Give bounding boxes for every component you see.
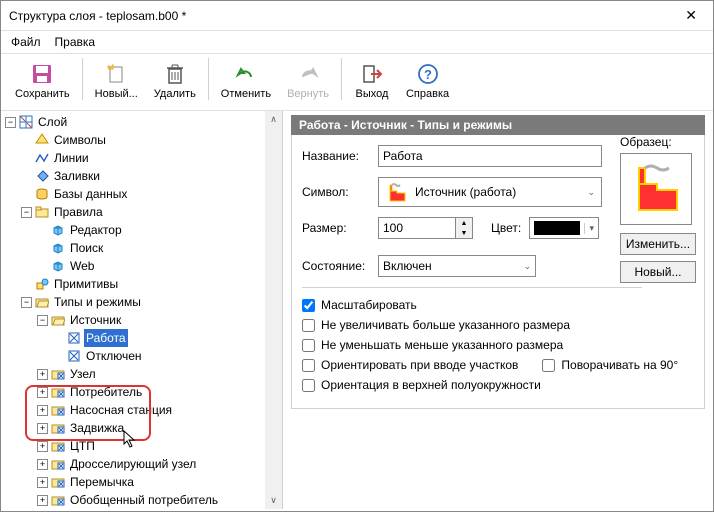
tree-item-rabota[interactable]: Работа [84,329,128,347]
tree-pane: −Слой Символы Линии Заливки Базы данных … [1,111,283,509]
sample-preview [620,153,692,225]
cube-icon [50,240,66,256]
save-icon [30,62,54,86]
panel-title: Работа - Источник - Типы и режимы [291,115,705,135]
chk-no-enlarge[interactable] [302,319,315,332]
chk-no-reduce[interactable] [302,339,315,352]
tree[interactable]: −Слой Символы Линии Заливки Базы данных … [1,111,282,509]
help-button[interactable]: ? Справка [398,58,457,104]
chevron-down-icon: ⌄ [523,261,531,272]
size-spinner[interactable]: ▲▼ [456,217,473,239]
undo-button[interactable]: Отменить [213,58,279,104]
layer-icon [18,114,34,130]
svg-text:?: ? [424,67,432,82]
exit-icon [360,62,384,86]
size-label: Размер: [302,221,378,235]
folder-mode-icon [50,492,66,508]
database-icon [34,186,50,202]
redo-icon [296,62,320,86]
save-button[interactable]: Сохранить [7,58,78,104]
undo-icon [234,62,258,86]
mode-icon [66,348,82,364]
chk-scale[interactable] [302,299,315,312]
folder-mode-icon [50,384,66,400]
chk-upper[interactable] [302,379,315,392]
exit-button[interactable]: Выход [346,58,398,104]
size-input[interactable] [378,217,456,239]
chevron-down-icon: ⌄ [587,187,595,198]
folder-icon [34,204,50,220]
color-label: Цвет: [491,221,521,235]
folder-mode-icon [50,366,66,382]
folder-mode-icon [50,456,66,472]
symbol-combo[interactable]: Источник (работа) ⌄ [378,177,602,207]
help-icon: ? [416,62,440,86]
folder-mode-icon [50,420,66,436]
chk-rotate90[interactable] [542,359,555,372]
symbol-icon [34,132,50,148]
trash-icon [163,62,187,86]
new-icon [104,62,128,86]
folder-mode-icon [50,474,66,490]
delete-button[interactable]: Удалить [146,58,204,104]
lines-icon [34,150,50,166]
symbol-label: Символ: [302,185,378,199]
scroll-down-icon[interactable]: ∨ [265,492,282,509]
menu-bar: Файл Правка [1,31,713,53]
state-select[interactable]: Включен ⌄ [378,255,536,277]
scroll-up-icon[interactable]: ∧ [265,111,282,128]
tree-scrollbar[interactable]: ∧ ∨ [265,111,282,509]
redo-button: Вернуть [279,58,337,104]
change-button[interactable]: Изменить... [620,233,696,255]
cube-icon [50,222,66,238]
menu-file[interactable]: Файл [11,35,41,49]
color-picker[interactable]: ▾ [529,217,599,239]
new-button[interactable]: Новый... [87,58,146,104]
sample-label: Образец: [620,135,698,149]
toolbar: Сохранить Новый... Удалить Отменить Верн… [1,53,713,111]
cube-icon [50,258,66,274]
folder-open-icon [50,312,66,328]
primitives-icon [34,276,50,292]
menu-edit[interactable]: Правка [55,35,96,49]
state-label: Состояние: [302,259,378,273]
folder-mode-icon [50,402,66,418]
name-label: Название: [302,149,378,163]
chk-orient[interactable] [302,359,315,372]
folder-open-icon [34,294,50,310]
fills-icon [34,168,50,184]
factory-icon [385,181,407,203]
new-sample-button[interactable]: Новый... [620,261,696,283]
tree-root[interactable]: Слой [36,113,69,131]
mode-icon [66,330,82,346]
window-title: Структура слоя - teplosam.b00 * [9,9,186,23]
folder-mode-icon [50,438,66,454]
close-icon[interactable]: ✕ [677,3,705,28]
name-input[interactable] [378,145,602,167]
